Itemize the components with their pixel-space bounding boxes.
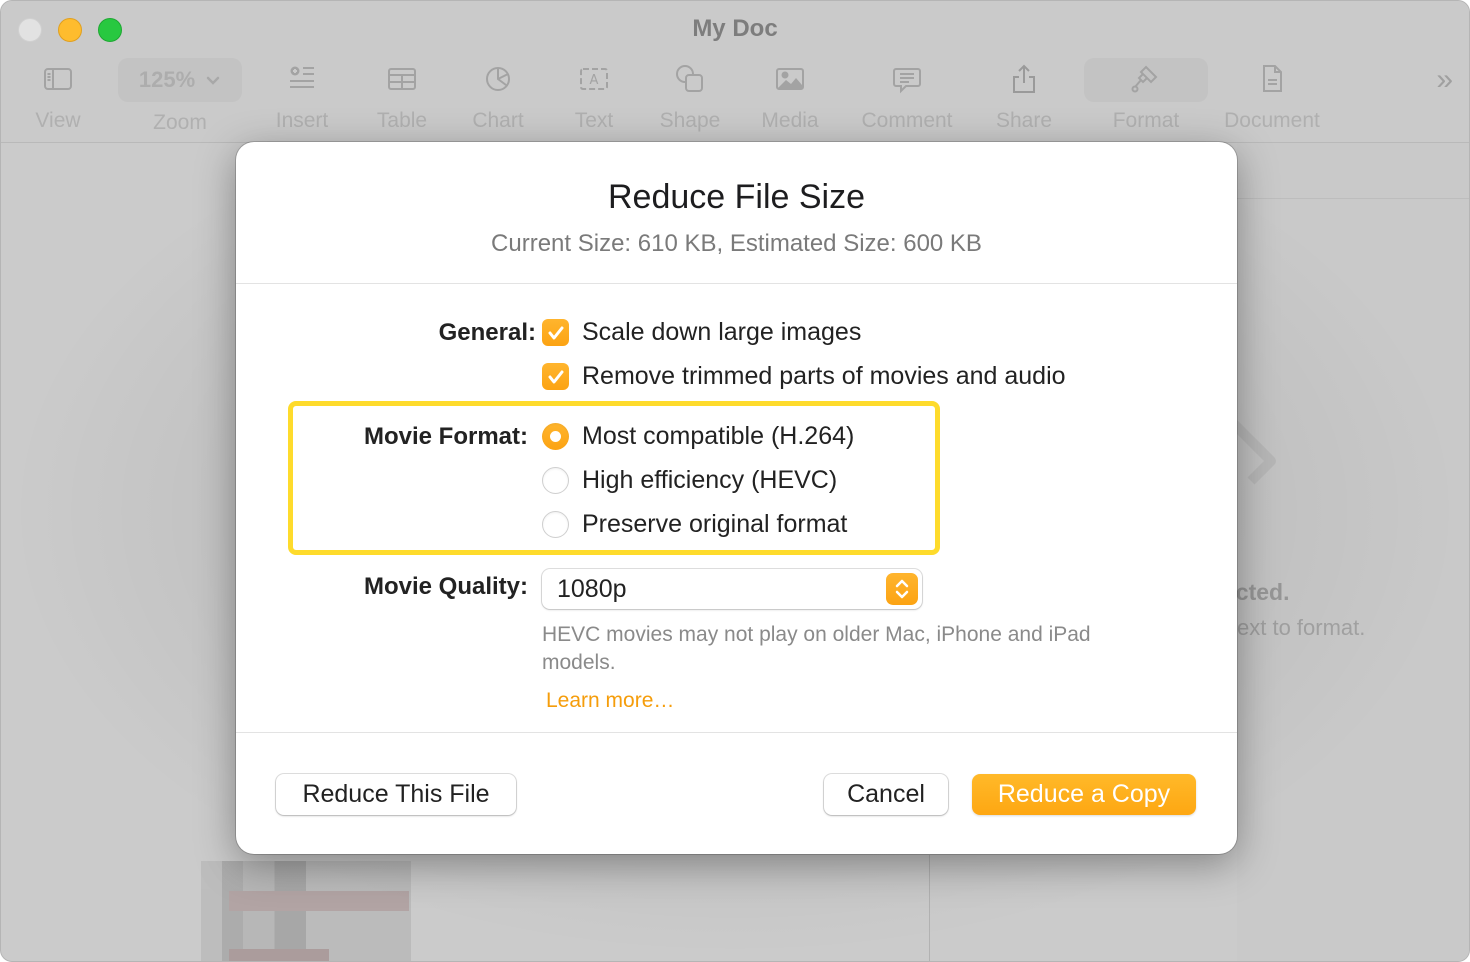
toolbar-insert-button[interactable]: Insert (262, 59, 342, 139)
reduce-a-copy-button[interactable]: Reduce a Copy (972, 774, 1196, 815)
toolbar-share-label: Share (995, 109, 1053, 132)
toolbar-text-button[interactable]: A Text (554, 59, 634, 139)
movie-quality-value: 1080p (557, 574, 627, 603)
image-icon (770, 59, 810, 99)
format-most-compatible-radio[interactable]: Most compatible (H.264) (542, 422, 854, 451)
toolbar-media-button[interactable]: Media (750, 59, 830, 139)
document-icon (1252, 59, 1292, 99)
window-title: My Doc (692, 15, 778, 42)
toolbar-text-label: Text (574, 109, 614, 132)
toolbar: My Doc View 125% Zoom Insert Table Chart… (1, 1, 1469, 143)
movie-quality-label: Movie Quality: (363, 573, 528, 600)
svg-text:A: A (590, 73, 599, 88)
movie-quality-select[interactable]: 1080p (542, 569, 922, 609)
thumbnail-band (229, 891, 409, 911)
general-label: General: (438, 319, 536, 346)
zoom-value: 125% (138, 67, 196, 92)
toolbar-zoom-label: Zoom (153, 111, 207, 134)
chevron-down-icon (205, 67, 221, 93)
toolbar-chart-button[interactable]: Chart (458, 59, 538, 139)
remove-trimmed-parts-checkbox[interactable]: Remove trimmed parts of movies and audio (542, 362, 1066, 391)
blurred-page-thumbnail (201, 861, 411, 961)
dialog-title: Reduce File Size (607, 178, 865, 216)
divider (236, 732, 1237, 733)
toolbar-media-label: Media (761, 109, 819, 132)
reduce-file-size-dialog: Reduce File Size Current Size: 610 KB, E… (236, 142, 1237, 854)
radio-selected-icon[interactable] (542, 423, 569, 450)
share-icon (1004, 59, 1044, 99)
sidebar-icon (38, 59, 78, 99)
scale-down-images-label: Scale down large images (582, 318, 862, 346)
toolbar-insert-label: Insert (275, 109, 329, 132)
toolbar-format-label: Format (1112, 109, 1180, 132)
paintbrush-icon (1126, 59, 1166, 99)
scale-down-images-checkbox[interactable]: Scale down large images (542, 318, 861, 347)
toolbar-share-button[interactable]: Share (984, 59, 1064, 139)
double-chevron-right-icon: » (1436, 63, 1453, 96)
hevc-compatibility-hint: HEVC movies may not play on older Mac, i… (542, 623, 1091, 674)
toolbar-document-button[interactable]: Document (1222, 59, 1322, 139)
toolbar-chart-label: Chart (472, 109, 524, 132)
pie-chart-icon (478, 59, 518, 99)
radio-unselected-icon[interactable] (542, 511, 569, 538)
remove-trimmed-parts-label: Remove trimmed parts of movies and audio (582, 362, 1066, 390)
toolbar-shape-button[interactable]: Shape (650, 59, 730, 139)
format-sidebar (1237, 143, 1469, 961)
toolbar-comment-label: Comment (861, 109, 953, 132)
zoom-select[interactable]: 125% (118, 58, 242, 102)
text-box-icon: A (574, 59, 614, 99)
learn-more-link[interactable]: Learn more… (546, 689, 674, 713)
reduce-this-file-button[interactable]: Reduce This File (276, 774, 516, 815)
up-down-chevron-icon[interactable] (886, 573, 918, 605)
toolbar-zoom-control[interactable]: 125% Zoom (118, 58, 242, 138)
shape-icon (670, 59, 710, 99)
toolbar-document-label: Document (1224, 109, 1320, 132)
toolbar-shape-label: Shape (659, 109, 721, 132)
no-selection-subtitle: ext to format. (1237, 615, 1366, 640)
format-most-compatible-label: Most compatible (H.264) (582, 422, 855, 450)
insert-list-icon (282, 59, 322, 99)
toolbar-format-button[interactable]: Format (1104, 59, 1188, 139)
format-preserve-original-radio[interactable]: Preserve original format (542, 510, 847, 539)
dialog-size-info: Current Size: 610 KB, Estimated Size: 60… (491, 230, 982, 257)
format-high-efficiency-label: High efficiency (HEVC) (582, 466, 838, 494)
radio-unselected-icon[interactable] (542, 467, 569, 494)
checkbox-checked-icon[interactable] (542, 363, 569, 390)
app-window: My Doc View 125% Zoom Insert Table Chart… (0, 0, 1470, 962)
toolbar-table-label: Table (376, 109, 428, 132)
format-preserve-original-label: Preserve original format (582, 510, 848, 538)
table-icon (382, 59, 422, 99)
thumbnail-band (229, 949, 329, 961)
canvas-divider (929, 855, 930, 961)
checkbox-checked-icon[interactable] (542, 319, 569, 346)
toolbar-comment-button[interactable]: Comment (857, 59, 957, 139)
toolbar-table-button[interactable]: Table (362, 59, 442, 139)
movie-format-label: Movie Format: (363, 423, 528, 450)
divider (236, 283, 1237, 284)
cancel-button[interactable]: Cancel (824, 774, 948, 815)
toolbar-overflow-button[interactable]: » (1436, 63, 1453, 97)
toolbar-view-label: View (35, 109, 81, 132)
sidebar-tab-divider (1237, 198, 1469, 199)
comment-icon (887, 59, 927, 99)
format-high-efficiency-radio[interactable]: High efficiency (HEVC) (542, 466, 837, 495)
toolbar-view-button[interactable]: View (18, 59, 98, 139)
